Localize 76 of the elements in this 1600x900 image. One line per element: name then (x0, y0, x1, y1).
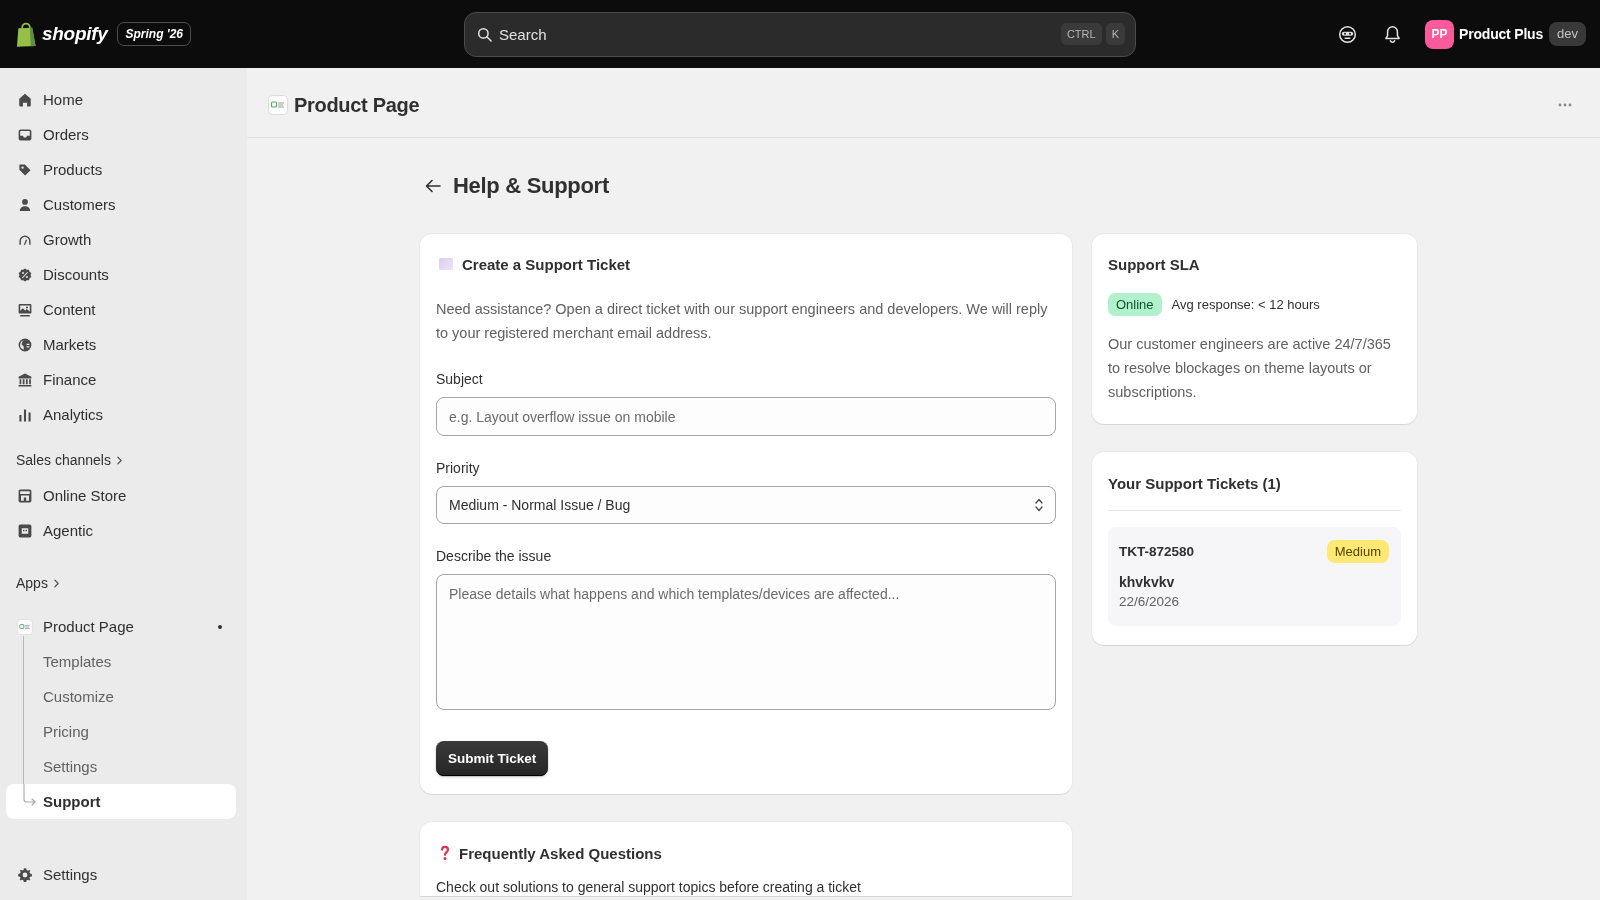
sub-nav-item[interactable]: Customize (24, 679, 236, 714)
card-title: Create a Support Ticket (462, 255, 631, 273)
question-mark-icon (440, 845, 450, 861)
nav-item[interactable]: Orders (6, 117, 236, 152)
back-button[interactable] (425, 179, 441, 193)
priority-select[interactable]: Medium - Normal Issue / Bug (436, 486, 1056, 524)
globe-icon (17, 336, 33, 353)
card-description: Need assistance? Open a direct ticket with our support engineers and developers. We will reply to your registered merchant email address. (436, 300, 1049, 343)
bar-chart-icon (17, 406, 33, 423)
dot-icon (218, 624, 222, 629)
bell-icon[interactable] (1384, 24, 1402, 44)
bank-icon (17, 371, 33, 388)
field-label: Describe the issue (436, 547, 553, 566)
ticket-id: TKT-872580 (1119, 543, 1195, 559)
nav-item[interactable]: Markets (6, 327, 236, 362)
sub-nav-item[interactable]: Support (6, 784, 236, 819)
masked-face-icon[interactable] (1338, 24, 1358, 44)
card-title: Frequently Asked Questions (459, 844, 662, 862)
shopping-bag-icon (16, 21, 37, 47)
page-header-title: Product Page (294, 93, 421, 117)
priority-badge: Medium (1326, 539, 1389, 563)
store-name[interactable]: Product Plus (1459, 26, 1544, 42)
more-icon (1558, 103, 1572, 107)
field-label: Priority (436, 459, 481, 478)
arrow-left-icon (425, 179, 441, 193)
gear-icon (17, 866, 33, 883)
robot-icon (17, 522, 33, 539)
home-icon (17, 91, 33, 108)
discount-badge-icon (17, 266, 33, 283)
app-logo-icon (17, 618, 33, 635)
person-icon (17, 196, 33, 213)
nav-item[interactable]: Analytics (6, 397, 236, 432)
brand-wordmark[interactable]: shopify (42, 23, 108, 45)
chevron-right-icon (116, 455, 122, 465)
description-textarea[interactable]: Please details what happens and which templates/devices are affected... (436, 574, 1056, 710)
nav-item[interactable]: Products (6, 152, 236, 187)
nav-item[interactable]: Home (6, 82, 236, 117)
image-icon (17, 301, 33, 318)
section-heading[interactable]: Apps (0, 567, 59, 599)
ticket-date: 22/6/2026 (1119, 593, 1181, 611)
ticket-subject: khvkvkv (1119, 573, 1176, 592)
nav-item[interactable]: Growth (6, 222, 236, 257)
nav-item[interactable]: Finance (6, 362, 236, 397)
sub-nav-item[interactable]: Templates (24, 644, 236, 679)
status-badge: Online (1108, 293, 1162, 316)
nav-item[interactable]: Discounts (6, 257, 236, 292)
section-heading[interactable]: Sales channels (0, 444, 122, 476)
sub-nav-item[interactable]: Settings (24, 749, 236, 784)
chevron-up-down-icon (1035, 498, 1043, 512)
nav-item[interactable]: Customers (6, 187, 236, 222)
page-title: Help & Support (453, 173, 609, 199)
field-label: Subject (436, 370, 484, 389)
nav-item[interactable]: Settings (6, 857, 236, 892)
ticket-item[interactable]: TKT-872580 Medium khvkvkv 22/6/2026 (1108, 527, 1401, 626)
nav-item[interactable]: Content (6, 292, 236, 327)
card-description: Check out solutions to general support topics before creating a ticket (436, 878, 862, 896)
app-logo-icon (268, 95, 288, 115)
corner-arrow-icon (23, 784, 37, 806)
nav-item[interactable]: Online Store (6, 478, 236, 513)
edition-badge: Spring '26 (117, 22, 191, 46)
store-icon (17, 487, 33, 504)
sub-nav-item[interactable]: Pricing (24, 714, 236, 749)
tag-icon (17, 161, 33, 178)
card-title: Your Support Tickets (1) (1108, 474, 1282, 494)
response-time: Avg response: < 12 hours (1171, 297, 1320, 312)
search-icon (477, 26, 492, 42)
card-title: Support SLA (1108, 255, 1201, 275)
card-description: Our customer engineers are active 24/7/365 to resolve blockages on theme layouts or subscriptions. (1108, 335, 1392, 402)
chevron-right-icon (53, 578, 59, 588)
subject-input[interactable]: e.g. Layout overflow issue on mobile (436, 397, 1056, 436)
nav-item[interactable]: Agentic (6, 513, 236, 548)
nav-item[interactable]: Product Page (6, 609, 236, 644)
tile-icon (439, 258, 453, 270)
inbox-icon (17, 126, 33, 143)
submit-button[interactable]: Submit Ticket (436, 741, 549, 776)
environment-badge: dev (1549, 22, 1586, 46)
